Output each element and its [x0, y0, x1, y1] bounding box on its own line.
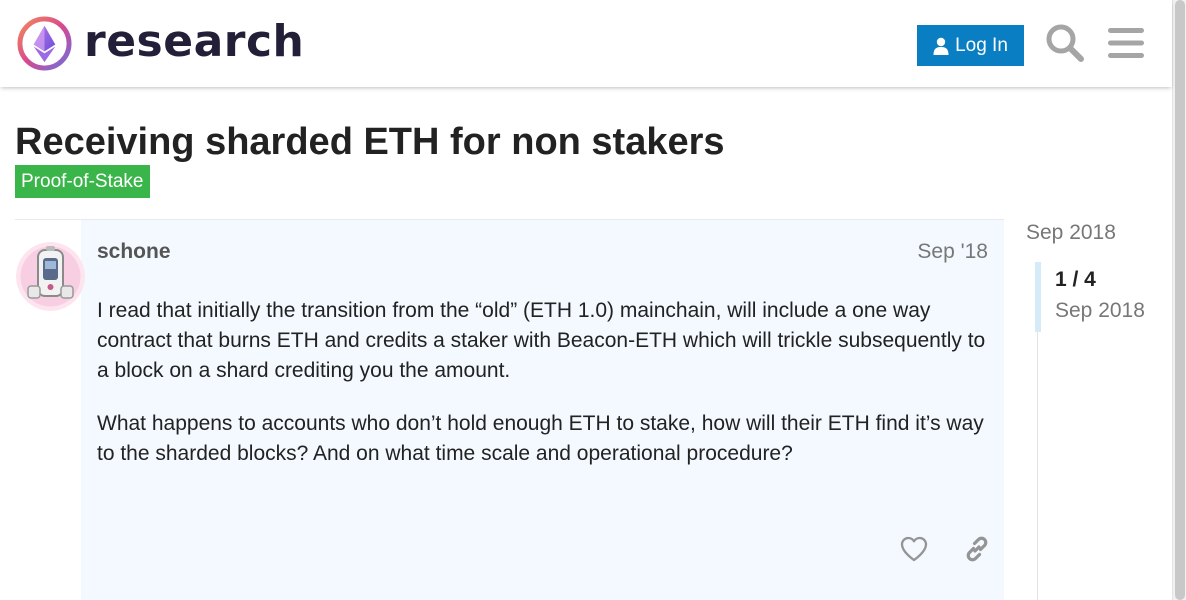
category-badge[interactable]: Proof-of-Stake	[15, 165, 150, 198]
link-icon[interactable]	[963, 535, 991, 563]
site-header: research Log In	[0, 0, 1172, 87]
timeline-position: 1 / 4	[1055, 268, 1096, 291]
login-button[interactable]: Log In	[917, 25, 1024, 66]
user-icon	[933, 37, 949, 55]
post-paragraph: I read that initially the transition fro…	[97, 299, 986, 382]
hamburger-menu-icon[interactable]	[1108, 26, 1144, 60]
site-name[interactable]: research	[84, 14, 304, 70]
user-avatar[interactable]	[16, 242, 85, 311]
post-body: I read that initially the transition fro…	[97, 296, 987, 492]
topic-title[interactable]: Receiving sharded ETH for non stakers	[15, 120, 725, 164]
post-paragraph: What happens to accounts who don’t hold …	[97, 412, 984, 465]
heart-icon[interactable]	[900, 536, 928, 562]
page-scrollbar[interactable]	[1172, 0, 1186, 600]
timeline-current-date: Sep 2018	[1055, 299, 1145, 322]
timeline-handle[interactable]	[1035, 262, 1041, 332]
post-username[interactable]: schone	[97, 240, 171, 264]
login-label: Log In	[955, 34, 1008, 56]
scrollbar-thumb[interactable]	[1175, 0, 1185, 600]
site-logo[interactable]	[16, 15, 73, 72]
post-date[interactable]: Sep '18	[880, 240, 988, 264]
search-icon[interactable]	[1045, 23, 1085, 63]
timeline-start-date[interactable]: Sep 2018	[1026, 221, 1116, 245]
